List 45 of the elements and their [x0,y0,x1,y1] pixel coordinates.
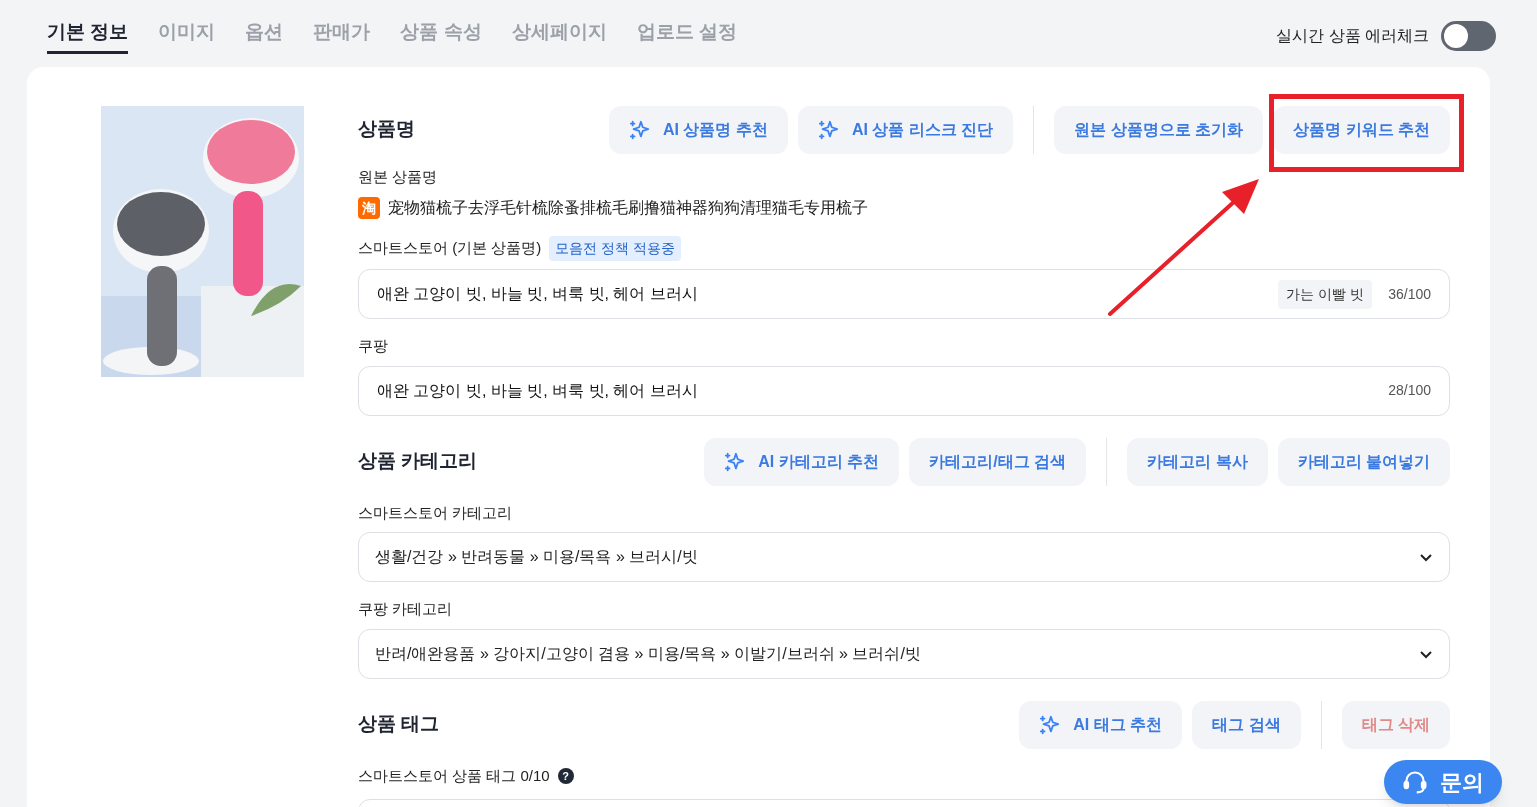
action-button[interactable]: 태그 검색 [1192,700,1301,749]
tab[interactable]: 상품 속성 [400,18,482,54]
tab[interactable]: 판매가 [313,18,371,54]
ai-button[interactable]: AI 카테고리 추천 [704,437,900,486]
action-button[interactable]: 상품명 키워드 추천 [1273,105,1450,154]
select-field[interactable]: 반려/애완용품 » 강아지/고양이 겸용 » 미용/목욕 » 이발기/브러쉬 » 브러쉬/빗 [358,628,1450,679]
ai-button[interactable]: AI 상품명 추천 [609,105,788,154]
sparkle-icon [1039,713,1062,736]
field-label: 스마트스토어 (기본 상품명) [358,238,542,259]
field-label: 스마트스토어 상품 태그 0/10 [358,765,550,786]
sparkle-icon [817,118,840,141]
toggle-switch[interactable] [1441,20,1496,51]
select-field[interactable]: 생활/건강 » 반려동물 » 미용/목욕 » 브러시/빗 [358,532,1450,582]
section-title: 상품 카테고리 [358,449,478,474]
ai-button[interactable]: AI 상품 리스크 진단 [797,105,1014,154]
tab[interactable]: 업로드 설정 [636,18,737,54]
marketplace-badge: 淘 [358,197,380,219]
section-title: 상품명 [358,117,415,142]
sparkle-icon [724,450,747,473]
action-button[interactable]: 카테고리/태그 검색 [909,437,1087,486]
ai-button[interactable]: AI 태그 추천 [1019,700,1183,749]
headset-icon [1402,769,1428,795]
tab[interactable]: 옵션 [245,18,284,54]
tab[interactable]: 기본 정보 [47,18,129,54]
tab[interactable]: 상세페이지 [511,18,607,54]
keyword-chip: 가는 이빨 빗 [1278,279,1373,309]
action-button[interactable]: 원본 상품명으로 초기화 [1054,105,1264,154]
field-label: 쿠팡 [358,336,388,356]
text-field[interactable]: 애완 고양이 빗, 바늘 빗, 벼룩 빗, 헤어 브러시 28/100 [358,365,1450,416]
help-icon: ? [557,767,574,784]
action-button[interactable]: 카테고리 복사 [1127,437,1268,486]
section-title: 상품 태그 [358,712,440,737]
field-label: 원본 상품명 [358,166,438,187]
field-label: 쿠팡 카테고리 [358,599,453,619]
policy-tag: 모음전 정책 적용중 [549,236,682,261]
original-name: 宠物猫梳子去浮毛针梳除蚤排梳毛刷撸猫神器狗狗清理猫毛专用梳子 [388,198,868,218]
tab[interactable]: 이미지 [158,18,216,54]
text-field[interactable]: 애완 고양이 빗, 바늘 빗, 벼룩 빗, 헤어 브러시 가는 이빨 빗 36/100 [358,269,1450,319]
contact-button[interactable]: 문의 [1384,760,1502,804]
field-label: 스마트스토어 카테고리 [358,502,513,523]
sparkle-icon [629,118,651,141]
error-check-label: 실시간 상품 에러체크 [1276,25,1429,46]
char-counter: 28/100 [1388,381,1431,400]
char-counter: 36/100 [1388,284,1431,304]
action-button[interactable]: 카테고리 붙여넣기 [1277,437,1450,486]
